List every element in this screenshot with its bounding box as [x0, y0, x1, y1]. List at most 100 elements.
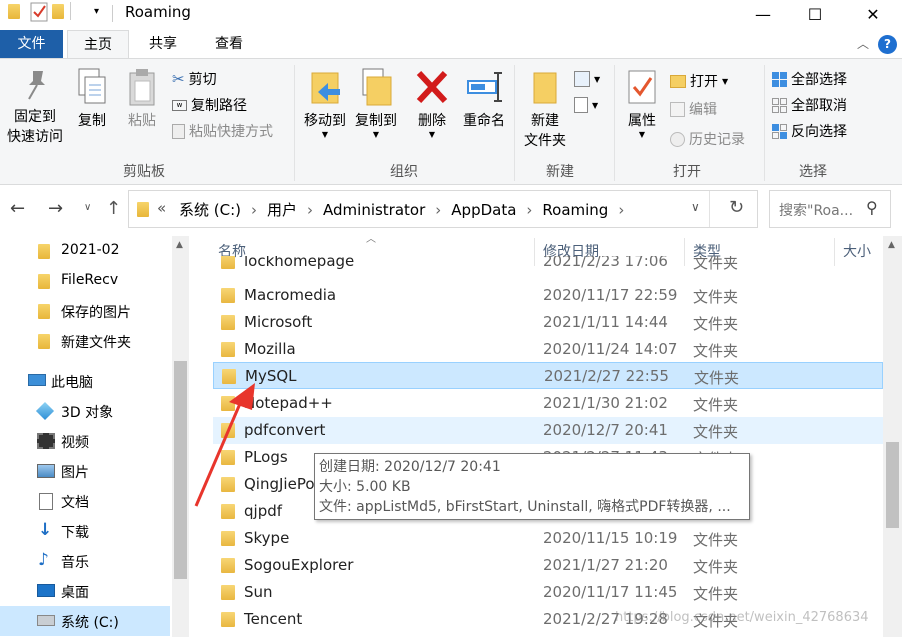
cut-button[interactable]: ✂ 剪切 — [172, 69, 217, 89]
copy-to-button[interactable]: 复制到 ▼ — [351, 67, 401, 139]
delete-button[interactable]: 删除 ▼ — [411, 67, 453, 139]
table-row[interactable]: lockhomepage 2021/2/23 17:06 文件夹 — [213, 256, 883, 276]
scroll-up-icon[interactable]: ▲ — [888, 240, 895, 250]
pin-quick-access-button[interactable]: 固定到 快速访问 — [4, 67, 66, 147]
help-icon[interactable]: ? — [878, 35, 897, 54]
table-row[interactable]: Microsoft 2021/1/11 14:44 文件夹 — [213, 309, 883, 336]
folder-icon — [221, 558, 235, 573]
pin-icon — [19, 67, 51, 103]
sidebar-item-label: 保存的图片 — [61, 305, 131, 321]
tab-view[interactable]: 查看 — [202, 30, 256, 58]
sidebar-item-2021-02[interactable]: 2021-02 — [0, 236, 170, 266]
sidebar-scrollbar[interactable]: ▲ — [172, 236, 189, 637]
table-row[interactable]: Sun 2020/11/17 11:45 文件夹 — [213, 579, 883, 606]
copy-button[interactable]: 复制 — [72, 67, 112, 131]
chevron-right-icon[interactable]: › — [618, 201, 624, 219]
chevron-right-icon[interactable]: › — [307, 201, 313, 219]
new-item-button[interactable]: ▼ — [574, 69, 600, 89]
sidebar-item-3d-objects[interactable]: 3D 对象 — [0, 396, 170, 426]
sidebar-item-documents[interactable]: 文档 — [0, 486, 170, 516]
paste-button[interactable]: 粘贴 — [122, 67, 162, 131]
open-button[interactable]: 打开 ▼ — [670, 71, 728, 91]
refresh-icon[interactable]: ↻ — [729, 197, 744, 218]
search-icon[interactable]: ⚲ — [866, 198, 878, 217]
breadcrumb-administrator[interactable]: Administrator — [323, 201, 425, 219]
forward-arrow-icon[interactable]: → — [48, 198, 63, 219]
group-separator — [614, 65, 615, 181]
video-icon — [37, 433, 55, 449]
sidebar-scroll-thumb[interactable] — [174, 361, 187, 579]
breadcrumb-system-c[interactable]: 系统 (C:) — [179, 199, 241, 220]
sidebar-item-music[interactable]: ♪ 音乐 — [0, 546, 170, 576]
table-row[interactable]: Mozilla 2020/11/24 14:07 文件夹 — [213, 336, 883, 363]
paste-shortcut-label: 粘贴快捷方式 — [189, 124, 273, 140]
properties-check-icon[interactable] — [30, 2, 48, 22]
sidebar-item-downloads[interactable]: ↓ 下载 — [0, 516, 170, 546]
select-all-icon — [772, 71, 787, 87]
sidebar-item-system-c[interactable]: 系统 (C:) — [0, 606, 170, 636]
paste-shortcut-button[interactable]: 粘贴快捷方式 — [172, 121, 273, 141]
folder-icon — [221, 423, 235, 438]
sidebar-item-desktop[interactable]: 桌面 — [0, 576, 170, 606]
scroll-up-icon[interactable]: ▲ — [176, 240, 183, 250]
edit-button[interactable]: 编辑 — [670, 99, 717, 119]
customize-quick-access-icon[interactable]: ▾ — [94, 6, 99, 17]
sidebar-item-filerecv[interactable]: FileRecv — [0, 266, 170, 296]
rename-button[interactable]: 重命名 — [458, 67, 510, 131]
minimize-button[interactable]: — — [740, 0, 786, 28]
chevron-right-icon[interactable]: › — [435, 201, 441, 219]
new-folder-quick-icon[interactable] — [52, 4, 64, 19]
file-list-scrollbar[interactable]: ▲ — [883, 236, 902, 637]
sidebar-item-new-folder[interactable]: 新建文件夹 — [0, 326, 170, 356]
rename-icon — [464, 67, 504, 107]
invert-selection-button[interactable]: 反向选择 — [772, 121, 847, 141]
new-item-dropdown-icon: ▼ — [594, 74, 601, 84]
sidebar-item-saved-pictures[interactable]: 保存的图片 — [0, 296, 170, 326]
edit-label: 编辑 — [689, 102, 717, 118]
move-to-button[interactable]: 移动到 ▼ — [300, 67, 350, 139]
tab-home[interactable]: 主页 — [67, 30, 129, 58]
up-arrow-icon[interactable]: ↑ — [106, 198, 121, 219]
collapse-ribbon-icon[interactable]: ︿ — [852, 30, 874, 58]
folder-icon — [221, 315, 235, 330]
breadcrumb-appdata[interactable]: AppData — [451, 201, 516, 219]
sort-ascending-icon: ︿ — [366, 236, 376, 245]
sidebar-item-pictures[interactable]: 图片 — [0, 456, 170, 486]
history-button[interactable]: 历史记录 — [670, 129, 745, 149]
computer-icon — [28, 374, 46, 386]
address-bar[interactable]: « 系统 (C:) › 用户 › Administrator › AppData › R… — [128, 190, 758, 228]
table-row-hovered[interactable]: pdfconvert 2020/12/7 20:41 文件夹 — [213, 417, 883, 444]
tab-share[interactable]: 共享 — [136, 30, 190, 58]
breadcrumb-users[interactable]: 用户 — [267, 199, 297, 220]
chevron-right-icon[interactable]: › — [526, 201, 532, 219]
select-all-button[interactable]: 全部选择 — [772, 69, 847, 89]
table-row[interactable]: SogouExplorer 2021/1/27 21:20 文件夹 — [213, 552, 883, 579]
table-row[interactable]: Skype 2020/11/15 10:19 文件夹 — [213, 525, 883, 552]
quick-access-folder-icon[interactable] — [8, 4, 20, 19]
tab-file[interactable]: 文件 — [0, 30, 63, 58]
sidebar-item-videos[interactable]: 视频 — [0, 426, 170, 456]
sidebar-item-this-pc[interactable]: 此电脑 — [0, 366, 170, 396]
address-overflow-icon[interactable]: « — [157, 199, 166, 217]
select-none-button[interactable]: 全部取消 — [772, 95, 847, 115]
table-row[interactable]: Notepad++ 2021/1/30 21:02 文件夹 — [213, 390, 883, 417]
file-list-scroll-thumb[interactable] — [886, 442, 899, 528]
window-title: Roaming — [125, 3, 191, 21]
chevron-right-icon[interactable]: › — [251, 201, 257, 219]
table-row[interactable]: Macromedia 2020/11/17 22:59 文件夹 — [213, 282, 883, 309]
copy-path-label: 复制路径 — [191, 98, 247, 114]
easy-access-button[interactable]: ▼ — [574, 95, 598, 115]
new-folder-button[interactable]: 新建 文件夹 — [519, 67, 571, 151]
properties-button[interactable]: 属性 ▼ — [620, 67, 664, 139]
close-button[interactable]: ✕ — [850, 0, 896, 28]
search-input[interactable]: 搜索"Roa... ⚲ — [769, 190, 891, 228]
file-name: Notepad++ — [244, 394, 333, 412]
address-history-chevron-icon[interactable]: ∨ — [691, 200, 700, 214]
table-row-selected[interactable]: MySQL 2021/2/27 22:55 文件夹 — [213, 362, 883, 389]
recent-locations-chevron-icon[interactable]: ∨ — [84, 202, 91, 213]
file-list: 名称 ︿ 修改日期 类型 大小 lockhomepage 2021/2/23 17… — [196, 236, 902, 637]
copy-path-button[interactable]: w 复制路径 — [172, 95, 247, 115]
breadcrumb-roaming[interactable]: Roaming — [542, 201, 608, 219]
back-arrow-icon[interactable]: ← — [10, 198, 25, 219]
maximize-button[interactable]: ☐ — [792, 0, 838, 28]
